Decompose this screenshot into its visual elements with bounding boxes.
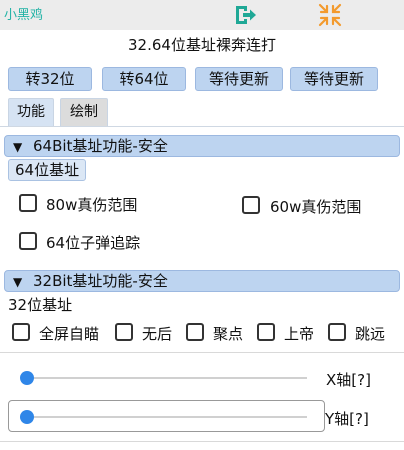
pending-update-button-1[interactable]: 等待更新	[195, 67, 283, 91]
section-32bit-title: 32Bit基址功能-安全	[33, 272, 168, 290]
checkbox-fullscreen-aimbot[interactable]	[12, 323, 30, 341]
tab-function[interactable]: 功能	[8, 98, 54, 126]
section-32bit-sublabel: 32位基址	[8, 296, 73, 314]
collapse-icon[interactable]	[316, 2, 344, 28]
tab-underline	[0, 126, 404, 127]
section-64bit-sublabel: 64位基址	[8, 159, 87, 181]
checkbox-64bit-bullet-tracking[interactable]	[19, 232, 37, 250]
bottom-divider	[0, 441, 404, 442]
checkbox-no-recoil[interactable]	[115, 323, 133, 341]
checkbox-god-mode[interactable]	[257, 323, 275, 341]
tab-draw[interactable]: 绘制	[60, 98, 108, 126]
exit-icon[interactable]	[233, 2, 259, 28]
checkbox-80w-true-damage[interactable]	[19, 194, 37, 212]
y-axis-slider-track[interactable]	[24, 416, 307, 418]
switch-32bit-button[interactable]: 转32位	[8, 67, 92, 91]
x-axis-slider-thumb[interactable]	[20, 371, 34, 385]
y-axis-label: Y轴[?]	[325, 410, 369, 428]
section-64bit-title: 64Bit基址功能-安全	[33, 137, 168, 155]
switch-64bit-button[interactable]: 转64位	[102, 67, 186, 91]
collapse-triangle-icon: ▼	[13, 140, 23, 154]
panel-title: 32.64位基址裸奔连打	[128, 36, 276, 54]
checkbox-long-jump[interactable]	[328, 323, 346, 341]
label-fullscreen-aimbot: 全屏自瞄	[39, 325, 100, 343]
label-god-mode: 上帝	[284, 325, 315, 343]
label-no-recoil: 无后	[142, 325, 173, 343]
section-32bit-header[interactable]: ▼ 32Bit基址功能-安全	[4, 270, 400, 292]
x-axis-slider-track[interactable]	[24, 377, 307, 379]
section-64bit-header[interactable]: ▼ 64Bit基址功能-安全	[4, 135, 400, 157]
label-64bit-bullet-tracking: 64位子弹追踪	[46, 234, 141, 252]
x-axis-label: X轴[?]	[326, 371, 371, 389]
y-axis-slider-thumb[interactable]	[20, 410, 34, 424]
app-title: 小黑鸡	[4, 8, 44, 23]
label-long-jump: 跳远	[355, 325, 386, 343]
pending-update-button-2[interactable]: 等待更新	[290, 67, 378, 91]
collapse-triangle-icon: ▼	[13, 275, 23, 289]
label-80w-true-damage: 80w真伤范围	[46, 196, 138, 214]
checkbox-60w-true-damage[interactable]	[242, 196, 260, 214]
label-60w-true-damage: 60w真伤范围	[270, 198, 362, 216]
section-divider	[0, 352, 404, 353]
checkbox-focus-point[interactable]	[186, 323, 204, 341]
top-bar: 小黑鸡	[0, 0, 404, 30]
label-focus-point: 聚点	[213, 325, 244, 343]
